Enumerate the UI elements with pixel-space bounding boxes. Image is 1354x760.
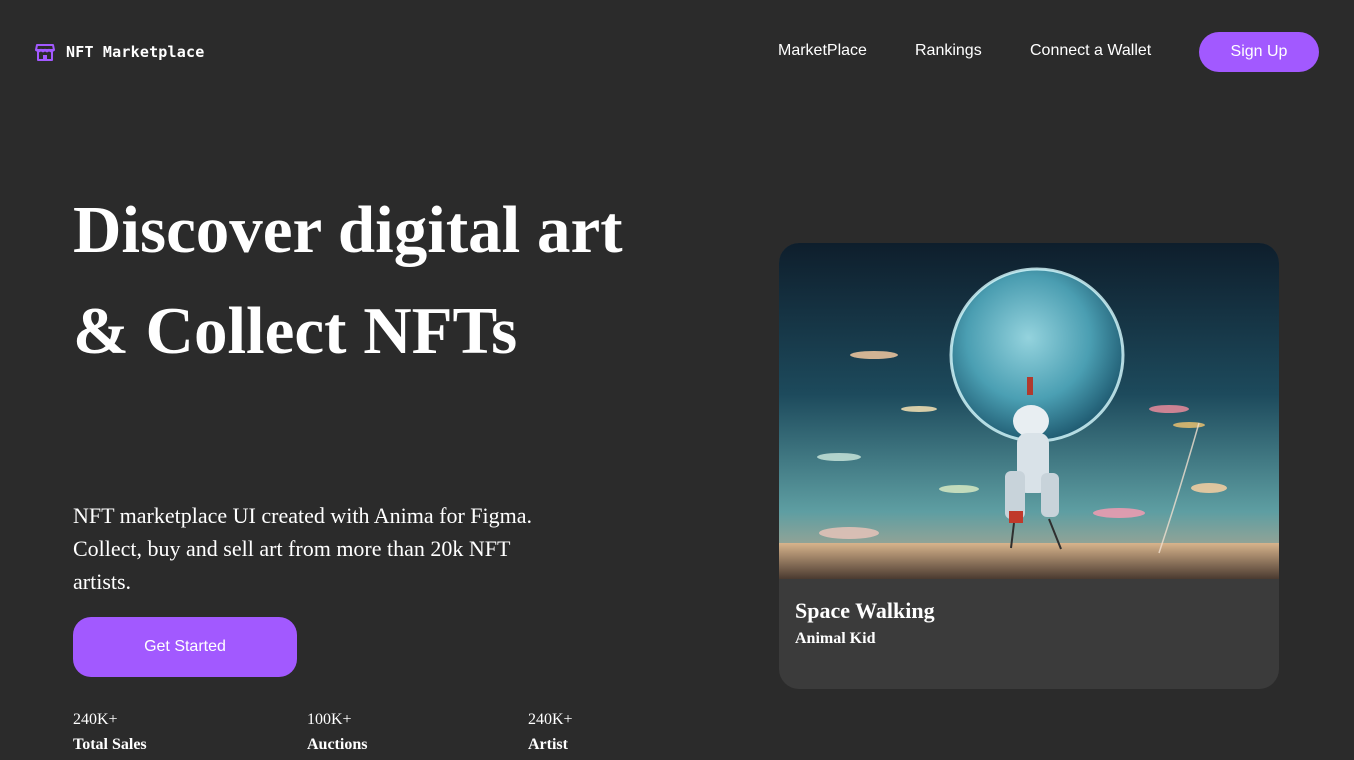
stat-total-sales: 240K+ Total Sales	[73, 710, 147, 760]
hero-title: Discover digital art & Collect NFTs	[73, 193, 623, 368]
brand-name: NFT Marketplace	[66, 43, 205, 61]
stat-artist: 240K+ Artist	[528, 710, 573, 760]
featured-nft-artist: Animal Kid	[795, 630, 876, 647]
stat-value: 240K+	[528, 711, 573, 728]
nav-marketplace-link[interactable]: MarketPlace	[778, 42, 867, 60]
stat-label: Artist	[528, 736, 568, 753]
brand-logo[interactable]: NFT Marketplace	[34, 41, 204, 63]
get-started-button[interactable]: Get Started	[73, 617, 297, 677]
stat-value: 100K+	[307, 711, 352, 728]
top-navigation: NFT Marketplace MarketPlace Rankings Con…	[0, 0, 1354, 104]
stat-auctions: 100K+ Auctions	[307, 710, 367, 760]
featured-nft-card[interactable]: Space Walking Animal Kid	[779, 243, 1279, 689]
storefront-icon	[34, 41, 56, 63]
stat-label: Auctions	[307, 736, 368, 753]
stat-value: 240K+	[73, 711, 118, 728]
sign-up-button[interactable]: Sign Up	[1199, 32, 1319, 72]
featured-nft-title: Space Walking	[795, 598, 935, 623]
stat-label: Total Sales	[73, 736, 147, 753]
nav-rankings-link[interactable]: Rankings	[915, 42, 982, 60]
featured-nft-artwork	[779, 243, 1279, 579]
nav-connect-wallet-link[interactable]: Connect a Wallet	[1030, 42, 1151, 60]
hero-description: NFT marketplace UI created with Anima fo…	[73, 503, 533, 594]
